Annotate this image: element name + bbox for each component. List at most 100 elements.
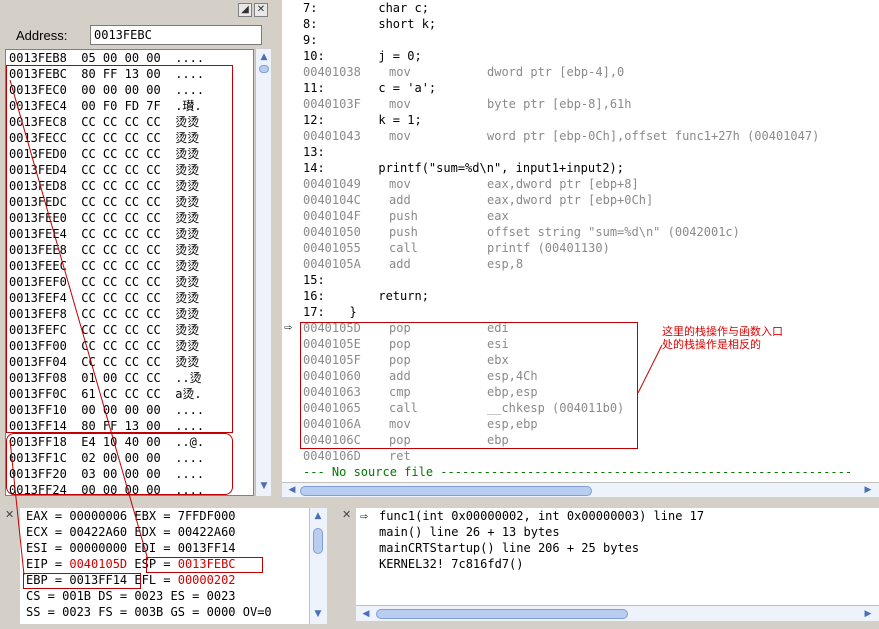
- memory-address: 0013FEB8: [9, 51, 67, 65]
- stack-frame-box: [6, 65, 233, 433]
- scroll-right-icon[interactable]: ▶: [862, 608, 874, 620]
- line-number: 9:: [303, 33, 318, 47]
- disassembly-hscrollbar[interactable]: ◀ ▶: [282, 482, 879, 497]
- source-line[interactable]: 9:: [303, 32, 879, 48]
- register-changed-value: 0040105D: [69, 557, 128, 571]
- asm-operands: eax,dword ptr [ebp+8]: [487, 177, 639, 191]
- asm-line[interactable]: 00401038 mov dword ptr [ebp-4],0: [303, 64, 879, 80]
- asm-address: 0040106D: [303, 449, 361, 463]
- line-number: 10:: [303, 49, 325, 63]
- asm-opcode: push: [389, 225, 418, 239]
- restore-icon[interactable]: ◢: [238, 3, 252, 17]
- asm-address: 00401055: [303, 241, 361, 255]
- call-stack-frame[interactable]: KERNEL32! 7c816fd7(): [379, 556, 879, 572]
- register-line[interactable]: CS = 001B DS = 0023 ES = 0023: [26, 588, 327, 604]
- register-text: CS = 001B DS = 0023 ES = 0023: [26, 589, 236, 603]
- call-stack-frame[interactable]: main() line 26 + 13 bytes: [379, 524, 879, 540]
- asm-operands: printf (00401130): [487, 241, 610, 255]
- asm-line[interactable]: 0040105A add esp,8: [303, 256, 879, 272]
- register-line[interactable]: SS = 0023 FS = 003B GS = 0000 OV=0: [26, 604, 327, 620]
- source-code: k = 1;: [335, 113, 422, 127]
- frame-label: func1(int 0x00000002, int 0x00000003) li…: [379, 509, 705, 523]
- register-line[interactable]: ECX = 00422A60 EDX = 00422A60: [26, 524, 327, 540]
- asm-operands: dword ptr [ebp-4],0: [487, 65, 625, 79]
- source-line[interactable]: 17: }: [303, 304, 879, 320]
- line-number: 16:: [303, 289, 325, 303]
- close-icon[interactable]: ✕: [5, 508, 14, 521]
- line-number: 11:: [303, 81, 325, 95]
- scroll-down-icon[interactable]: ▼: [258, 480, 270, 492]
- memory-row[interactable]: 0013FEB8 05 00 00 00 ....: [9, 50, 253, 66]
- source-line[interactable]: 8: short k;: [303, 16, 879, 32]
- source-code: j = 0;: [335, 49, 422, 63]
- asm-line[interactable]: 0040103F mov byte ptr [ebp-8],61h: [303, 96, 879, 112]
- register-text: EAX = 00000006 EBX = 7FFDF000: [26, 509, 236, 523]
- source-code: short k;: [335, 17, 437, 31]
- asm-line[interactable]: 00401049 mov eax,dword ptr [ebp+8]: [303, 176, 879, 192]
- asm-line[interactable]: 00401043 mov word ptr [ebp-0Ch],offset fun…: [303, 128, 879, 144]
- register-text: ESI = 00000000 EDI = 0013FF14: [26, 541, 236, 555]
- scroll-right-icon[interactable]: ▶: [862, 484, 874, 496]
- call-stack-frame[interactable]: mainCRTStartup() line 206 + 25 bytes: [379, 540, 879, 556]
- asm-address: 0040104F: [303, 209, 361, 223]
- asm-opcode: mov: [389, 129, 411, 143]
- scroll-thumb[interactable]: [313, 528, 323, 554]
- scroll-left-icon[interactable]: ◀: [286, 484, 298, 496]
- asm-line[interactable]: 0040106D ret: [303, 448, 879, 464]
- source-line[interactable]: 10: j = 0;: [303, 48, 879, 64]
- asm-opcode: call: [389, 241, 418, 255]
- line-number: 17:: [303, 305, 325, 319]
- registers-scrollbar[interactable]: ▲ ▼: [309, 508, 327, 624]
- annotation-note: 这里的栈操作与函数入口处的栈操作是相反的: [662, 325, 783, 351]
- asm-line[interactable]: 00401055 call printf (00401130): [303, 240, 879, 256]
- asm-opcode: push: [389, 209, 418, 223]
- scroll-down-icon[interactable]: ▼: [312, 608, 324, 620]
- call-stack-hscrollbar[interactable]: ◀ ▶: [356, 605, 879, 621]
- register-line[interactable]: EAX = 00000006 EBX = 7FFDF000: [26, 508, 327, 524]
- line-number: 12:: [303, 113, 325, 127]
- source-code: printf("sum=%d\n", input1+input2);: [335, 161, 624, 175]
- register-text: SS = 0023 FS = 003B GS = 0000 OV=0: [26, 605, 272, 619]
- asm-address: 00401049: [303, 177, 361, 191]
- source-line[interactable]: 14: printf("sum=%d\n", input1+input2);: [303, 160, 879, 176]
- asm-address: 0040103F: [303, 97, 361, 111]
- asm-opcode: mov: [389, 65, 411, 79]
- memory-scrollbar[interactable]: ▲ ▼: [255, 49, 271, 496]
- ebp-highlight-box: [23, 573, 141, 589]
- call-stack-frame[interactable]: func1(int 0x00000002, int 0x00000003) li…: [379, 508, 879, 524]
- register-changed-value: 00000202: [177, 573, 236, 587]
- scroll-up-icon[interactable]: ▲: [312, 510, 324, 522]
- esp-highlight-box: [146, 557, 263, 573]
- asm-operands: word ptr [ebp-0Ch],offset func1+27h (004…: [487, 129, 820, 143]
- address-input[interactable]: 0013FEBC: [90, 25, 262, 45]
- close-icon[interactable]: ✕: [254, 3, 268, 17]
- line-number: 14:: [303, 161, 325, 175]
- asm-operands: offset string "sum=%d\n" (0042001c): [487, 225, 740, 239]
- scroll-thumb[interactable]: [300, 486, 592, 496]
- memory-ascii: ....: [175, 51, 205, 65]
- register-line[interactable]: ESI = 00000000 EDI = 0013FF14: [26, 540, 327, 556]
- source-line[interactable]: 11: c = 'a';: [303, 80, 879, 96]
- epilogue-box: [300, 322, 638, 449]
- source-line[interactable]: 13:: [303, 144, 879, 160]
- scroll-left-icon[interactable]: ◀: [360, 608, 372, 620]
- register-text: EIP =: [26, 557, 70, 571]
- no-source-line[interactable]: --- No source file ---------------------…: [303, 464, 879, 480]
- source-line[interactable]: 12: k = 1;: [303, 112, 879, 128]
- source-line[interactable]: 15:: [303, 272, 879, 288]
- source-line[interactable]: 7: char c;: [303, 0, 879, 16]
- asm-opcode: add: [389, 257, 411, 271]
- frame-label: mainCRTStartup() line 206 + 25 bytes: [379, 541, 640, 555]
- scroll-up-icon[interactable]: ▲: [258, 51, 270, 63]
- line-number: 13:: [303, 145, 325, 159]
- asm-opcode: ret: [389, 449, 411, 463]
- asm-line[interactable]: 00401050 push offset string "sum=%d\n" (00…: [303, 224, 879, 240]
- close-icon[interactable]: ✕: [342, 508, 351, 521]
- asm-line[interactable]: 0040104F push eax: [303, 208, 879, 224]
- call-stack-window[interactable]: func1(int 0x00000002, int 0x00000003) li…: [356, 508, 879, 605]
- asm-opcode: mov: [389, 177, 411, 191]
- scroll-thumb[interactable]: [376, 609, 628, 619]
- scroll-thumb[interactable]: [259, 65, 269, 73]
- source-line[interactable]: 16: return;: [303, 288, 879, 304]
- asm-line[interactable]: 0040104C add eax,dword ptr [ebp+0Ch]: [303, 192, 879, 208]
